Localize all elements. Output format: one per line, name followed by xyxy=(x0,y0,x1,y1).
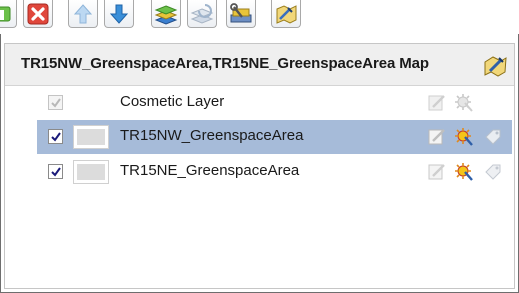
map-properties-icon[interactable] xyxy=(482,53,508,79)
tools-button[interactable] xyxy=(226,0,256,28)
remove-layer-button[interactable] xyxy=(23,0,53,28)
refresh-layers-button[interactable] xyxy=(187,0,217,28)
edit-icon[interactable] xyxy=(427,127,447,147)
layer-row-tr15ne[interactable]: TR15NE_GreenspaceArea xyxy=(5,155,514,189)
layer-name: TR15NE_GreenspaceArea xyxy=(120,162,300,179)
layer-name: Cosmetic Layer xyxy=(120,93,225,110)
layer-visibility-checkbox[interactable] xyxy=(48,95,63,110)
move-down-button[interactable] xyxy=(104,0,134,28)
layer-row-tr15nw[interactable]: TR15NW_GreenspaceArea xyxy=(37,120,512,154)
selectable-icon[interactable] xyxy=(454,162,474,182)
add-layer-button[interactable] xyxy=(0,0,17,28)
layers-icon xyxy=(154,3,178,25)
edit-disabled-icon xyxy=(427,93,447,113)
layer-visibility-checkbox[interactable] xyxy=(48,164,63,179)
map-title: TR15NW_GreenspaceArea,TR15NE_GreenspaceA… xyxy=(21,55,429,72)
map-edit-icon xyxy=(274,3,298,25)
label-tag-icon[interactable] xyxy=(483,127,503,147)
wrench-layers-icon xyxy=(229,2,253,25)
layer-visibility-checkbox[interactable] xyxy=(48,129,63,144)
label-tag-icon[interactable] xyxy=(483,162,503,182)
map-header[interactable]: TR15NW_GreenspaceArea,TR15NE_GreenspaceA… xyxy=(5,44,514,86)
layer-panel: TR15NW_GreenspaceArea,TR15NE_GreenspaceA… xyxy=(4,43,515,289)
up-arrow-icon xyxy=(73,3,93,25)
refresh-layers-icon xyxy=(190,3,214,25)
add-layer-green-icon xyxy=(0,4,12,24)
edit-icon[interactable] xyxy=(427,162,447,182)
layer-stack-button[interactable] xyxy=(151,0,181,28)
move-up-button[interactable] xyxy=(68,0,98,28)
layer-name: TR15NW_GreenspaceArea xyxy=(120,127,304,144)
toolbar xyxy=(0,0,519,34)
layer-thumbnail xyxy=(73,125,109,149)
layer-thumbnail xyxy=(73,160,109,184)
selectable-icon[interactable] xyxy=(454,127,474,147)
selectable-disabled-icon xyxy=(454,93,474,113)
properties-button[interactable] xyxy=(271,0,301,28)
down-arrow-icon xyxy=(109,3,129,25)
layer-row-cosmetic[interactable]: Cosmetic Layer xyxy=(5,86,514,120)
red-x-icon xyxy=(27,3,49,25)
